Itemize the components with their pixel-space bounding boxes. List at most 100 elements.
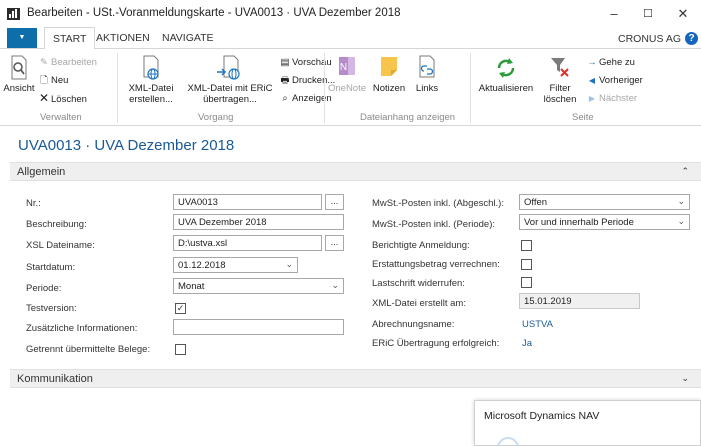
chevron-down-icon[interactable]: ⌄ bbox=[331, 279, 339, 292]
nr-assist-button[interactable]: ... bbox=[325, 194, 344, 210]
testversion-checkbox[interactable]: ✓ bbox=[175, 303, 186, 314]
magnifier-document-icon: ⌕ bbox=[282, 93, 288, 104]
link-document-icon bbox=[419, 55, 435, 78]
zusaetzliche-informationen-label: Zusätzliche Informationen: bbox=[26, 323, 138, 334]
chevron-down-icon[interactable]: ⌄ bbox=[677, 215, 685, 228]
berichtigte-anmeldung-label: Berichtigte Anmeldung: bbox=[372, 240, 470, 251]
help-icon[interactable]: ? bbox=[685, 32, 698, 45]
xml-datei-eric-label-1: XML-Datei mit ERiC bbox=[187, 83, 273, 94]
group-separator bbox=[470, 53, 471, 123]
xml-datei-erstellen-label-1: XML-Datei bbox=[128, 83, 174, 94]
xml-send-icon bbox=[217, 55, 240, 80]
mwst-abgeschl-select[interactable]: Offen ⌄ bbox=[519, 194, 690, 210]
pencil-icon: ✎ bbox=[40, 57, 48, 68]
company-name[interactable]: CRONUS AG bbox=[618, 33, 681, 45]
close-button[interactable]: ✕ bbox=[665, 2, 701, 26]
fasttab-allgemein[interactable]: Allgemein ⌃ bbox=[10, 162, 701, 181]
maximize-button[interactable]: ☐ bbox=[630, 2, 666, 26]
onenote-label: OneNote bbox=[327, 83, 367, 94]
ansicht-button[interactable]: Ansicht bbox=[2, 55, 36, 94]
tab-navigate[interactable]: NAVIGATE bbox=[162, 32, 214, 44]
tab-start[interactable]: START bbox=[44, 27, 96, 50]
xml-datei-eric-button[interactable]: XML-Datei mit ERiC übertragen... bbox=[185, 55, 275, 105]
bearbeiten-button[interactable]: ✎ Bearbeiten bbox=[38, 56, 97, 69]
sticky-note-icon bbox=[381, 57, 397, 76]
neu-button[interactable]: 🗋 Neu bbox=[38, 74, 68, 87]
preview-icon: ▤ bbox=[280, 57, 290, 68]
zusaetzliche-informationen-field[interactable] bbox=[173, 319, 344, 335]
arrow-right-icon: → bbox=[587, 57, 597, 68]
getrennt-belege-checkbox[interactable] bbox=[175, 344, 186, 355]
clear-filter-icon bbox=[551, 58, 569, 77]
mwst-periode-label: MwSt.-Posten inkl. (Periode): bbox=[372, 219, 496, 230]
ansicht-label: Ansicht bbox=[3, 83, 35, 94]
periode-select[interactable]: Monat ⌄ bbox=[173, 278, 344, 294]
abrechnungsname-value[interactable]: USTVA bbox=[522, 319, 553, 330]
triangle-left-icon: ◀ bbox=[588, 76, 596, 85]
loeschen-label: Löschen bbox=[51, 94, 87, 105]
links-button[interactable]: Links bbox=[410, 55, 444, 94]
minimize-button[interactable]: – bbox=[596, 2, 632, 26]
filter-label-1: Filter bbox=[549, 83, 571, 94]
xml-datei-erstellen-button[interactable]: XML-Datei erstellen... bbox=[121, 55, 181, 105]
notification-title: Microsoft Dynamics NAV bbox=[484, 410, 600, 422]
anzeigen-label: Anzeigen bbox=[292, 93, 332, 104]
neu-label: Neu bbox=[51, 75, 69, 86]
notizen-label: Notizen bbox=[372, 83, 406, 94]
lastschrift-checkbox[interactable] bbox=[521, 277, 532, 288]
xsl-dateiname-field[interactable]: D:\ustva.xsl bbox=[173, 235, 322, 251]
beschreibung-label: Beschreibung: bbox=[26, 219, 87, 230]
refresh-icon bbox=[497, 58, 515, 78]
tab-aktionen[interactable]: AKTIONEN bbox=[96, 32, 150, 44]
application-menu-button[interactable]: ▼ bbox=[7, 28, 37, 48]
page-title: UVA0013 · UVA Dezember 2018 bbox=[18, 137, 235, 154]
new-document-icon: 🗋 bbox=[40, 75, 48, 86]
mwst-periode-value: Vor und innerhalb Periode bbox=[524, 217, 634, 228]
periode-value: Monat bbox=[178, 281, 205, 292]
svg-text:N: N bbox=[340, 62, 347, 73]
notizen-button[interactable]: Notizen bbox=[370, 55, 408, 94]
filter-loeschen-button[interactable]: Filter löschen bbox=[540, 55, 580, 105]
gehe-zu-button[interactable]: → Gehe zu bbox=[586, 56, 635, 69]
bearbeiten-label: Bearbeiten bbox=[51, 57, 97, 68]
triangle-right-icon: ▶ bbox=[588, 94, 596, 103]
mwst-abgeschl-label: MwSt.-Posten inkl. (Abgeschl.): bbox=[372, 198, 504, 209]
startdatum-field[interactable]: 01.12.2018 ⌄ bbox=[173, 257, 298, 273]
nr-label: Nr.: bbox=[26, 198, 41, 209]
group-label-verwalten: Verwalten bbox=[40, 112, 82, 123]
chevron-down-icon: ⌄ bbox=[681, 373, 689, 383]
berichtigte-anmeldung-checkbox[interactable] bbox=[521, 240, 532, 251]
xml-datei-erstellen-label-2: erstellen... bbox=[129, 94, 173, 105]
testversion-label: Testversion: bbox=[26, 303, 77, 314]
beschreibung-field[interactable]: UVA Dezember 2018 bbox=[173, 214, 344, 230]
vorheriger-label: Vorheriger bbox=[599, 75, 643, 86]
notification-popup: Microsoft Dynamics NAV bbox=[474, 400, 701, 446]
fasttab-kommunikation[interactable]: Kommunikation ⌄ bbox=[10, 369, 701, 388]
nr-field[interactable]: UVA0013 bbox=[173, 194, 322, 210]
erstattungsbetrag-checkbox[interactable] bbox=[521, 259, 532, 270]
view-icon bbox=[11, 55, 27, 80]
xsl-assist-button[interactable]: ... bbox=[325, 235, 344, 251]
abrechnungsname-label: Abrechnungsname: bbox=[372, 319, 455, 330]
links-label: Links bbox=[415, 83, 439, 94]
chevron-down-icon[interactable]: ⌄ bbox=[285, 258, 293, 271]
chevron-down-icon[interactable]: ⌄ bbox=[677, 195, 685, 208]
onenote-button[interactable]: N OneNote bbox=[326, 55, 368, 94]
startdatum-value: 01.12.2018 bbox=[178, 260, 226, 271]
loeschen-button[interactable]: ✕ Löschen bbox=[38, 91, 87, 106]
getrennt-belege-label: Getrennt übermittelte Belege: bbox=[26, 344, 151, 355]
aktualisieren-button[interactable]: Aktualisieren bbox=[474, 55, 538, 94]
eric-uebertragung-value[interactable]: Ja bbox=[522, 338, 532, 349]
onenote-icon: N bbox=[339, 57, 355, 75]
printer-icon: 🖶 bbox=[280, 75, 290, 86]
mwst-periode-select[interactable]: Vor und innerhalb Periode ⌄ bbox=[519, 214, 690, 230]
vorheriger-button[interactable]: ◀ Vorheriger bbox=[586, 74, 643, 87]
dynamics-nav-app-icon bbox=[7, 8, 20, 20]
naechster-button[interactable]: ▶ Nächster bbox=[586, 92, 637, 105]
xsl-dateiname-label: XSL Dateiname: bbox=[26, 240, 95, 251]
delete-x-icon: ✕ bbox=[38, 91, 50, 105]
filter-label-2: löschen bbox=[543, 94, 577, 105]
group-separator bbox=[324, 53, 325, 123]
group-separator bbox=[117, 53, 118, 123]
xml-erstellt-field: 15.01.2019 bbox=[519, 293, 640, 309]
